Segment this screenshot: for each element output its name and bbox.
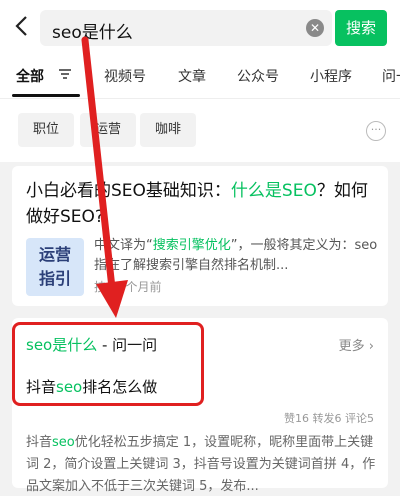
article-result[interactable]: 小白必看的SEO基础知识：什么是SEO？如何做好SEO? 运营 指引 中文译为“…	[12, 166, 388, 306]
filter-chips: 职位 运营 咖啡 ···	[0, 98, 400, 162]
tab-articles[interactable]: 文章	[178, 66, 206, 86]
chip-operations[interactable]: 运营	[80, 113, 136, 147]
annotation-highlight-box	[12, 322, 204, 406]
tab-mini-programs[interactable]: 小程序	[310, 66, 352, 86]
filter-icon[interactable]	[58, 67, 72, 81]
clear-icon[interactable]: ✕	[306, 19, 324, 37]
article-thumbnail[interactable]: 运营 指引	[26, 238, 84, 296]
tab-bar: 全部 视频号 文章 公众号 小程序 问一	[0, 56, 400, 98]
search-bar: seo是什么 ✕ 搜索	[0, 0, 400, 56]
tab-all[interactable]: 全部	[16, 66, 44, 86]
article-time: 3个月前	[117, 280, 162, 294]
tab-channels[interactable]: 视频号	[104, 66, 146, 86]
ask-answer[interactable]: 抖音seo优化轻松五步搞定 1，设置昵称，昵称里面带上关键词 2，简介设置上关键…	[26, 432, 378, 496]
chip-job[interactable]: 职位	[18, 113, 74, 147]
search-button[interactable]: 搜索	[335, 10, 387, 46]
more-link[interactable]: 更多 ›	[339, 335, 374, 354]
article-title[interactable]: 小白必看的SEO基础知识：什么是SEO？如何做好SEO?	[26, 178, 376, 230]
search-query: seo是什么	[52, 23, 133, 43]
chevron-right-icon: ›	[368, 339, 374, 354]
search-input[interactable]: seo是什么 ✕	[40, 10, 332, 46]
chip-coffee[interactable]: 咖啡	[140, 113, 196, 147]
back-arrow-icon[interactable]	[12, 14, 34, 38]
more-options-icon[interactable]: ···	[366, 121, 386, 141]
article-source: 技	[94, 280, 107, 294]
tab-official-accounts[interactable]: 公众号	[237, 66, 279, 86]
ask-stats: 赞16 转发6 评论5	[284, 412, 374, 425]
article-snippet: 中文译为“搜索引擎优化”，一般将其定义为：seo指在了解搜索引擎自然排名机制..…	[94, 238, 378, 273]
article-meta: 技 3个月前	[94, 278, 161, 295]
active-tab-indicator	[12, 94, 80, 97]
tab-ask[interactable]: 问一	[382, 66, 400, 86]
